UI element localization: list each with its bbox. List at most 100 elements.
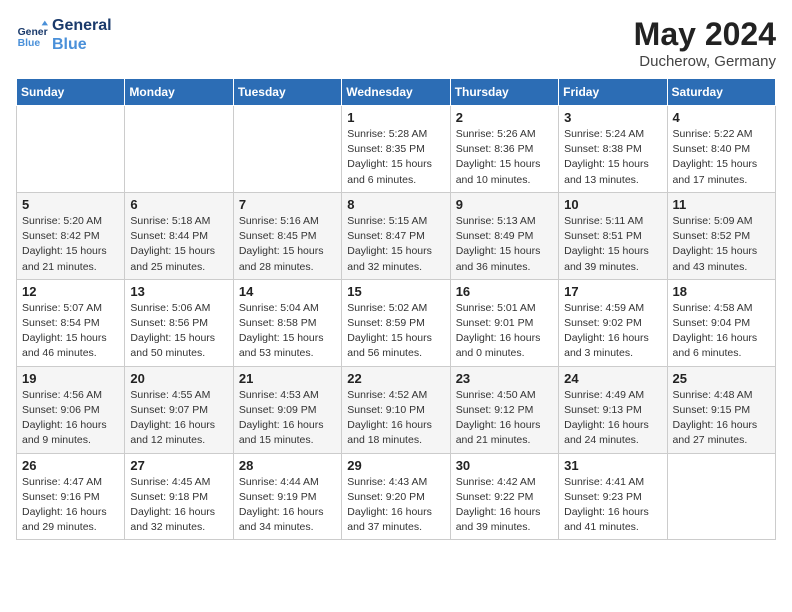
calendar-cell: 16 Sunrise: 5:01 AM Sunset: 9:01 PM Dayli… [450, 279, 558, 366]
calendar-day-header: Thursday [450, 79, 558, 106]
day-number: 4 [673, 110, 770, 125]
calendar-week-row: 1 Sunrise: 5:28 AM Sunset: 8:35 PM Daylig… [17, 106, 776, 193]
day-number: 5 [22, 197, 119, 212]
day-info: Sunrise: 5:26 AM Sunset: 8:36 PM Dayligh… [456, 127, 553, 188]
calendar-header-row: SundayMondayTuesdayWednesdayThursdayFrid… [17, 79, 776, 106]
calendar-cell: 9Sunrise: 5:13 AM Sunset: 8:49 PM Daylig… [450, 192, 558, 279]
calendar-cell: 15 Sunrise: 5:02 AM Sunset: 8:59 PM Dayli… [342, 279, 450, 366]
calendar-cell: 10 Sunrise: 5:11 AM Sunset: 8:51 PM Dayli… [559, 192, 667, 279]
day-info: Sunrise: 5:24 AM Sunset: 8:38 PM Dayligh… [564, 127, 661, 188]
day-number: 20 [130, 371, 227, 386]
day-info: Sunrise: 5:02 AM Sunset: 8:59 PM Dayligh… [347, 301, 444, 362]
day-number: 14 [239, 284, 336, 299]
day-number: 3 [564, 110, 661, 125]
calendar-cell: 26 Sunrise: 4:47 AM Sunset: 9:16 PM Dayli… [17, 453, 125, 540]
calendar-week-row: 12 Sunrise: 5:07 AM Sunset: 8:54 PM Dayli… [17, 279, 776, 366]
calendar-cell: 4Sunrise: 5:22 AM Sunset: 8:40 PM Daylig… [667, 106, 775, 193]
day-number: 19 [22, 371, 119, 386]
calendar-cell: 7 Sunrise: 5:16 AM Sunset: 8:45 PM Daylig… [233, 192, 341, 279]
logo-blue: Blue [52, 35, 112, 54]
logo-general: General [52, 16, 112, 35]
logo: General Blue General Blue [16, 16, 112, 54]
calendar-cell: 27 Sunrise: 4:45 AM Sunset: 9:18 PM Dayli… [125, 453, 233, 540]
calendar-cell: 12 Sunrise: 5:07 AM Sunset: 8:54 PM Dayli… [17, 279, 125, 366]
calendar-day-header: Monday [125, 79, 233, 106]
day-info: Sunrise: 4:59 AM Sunset: 9:02 PM Dayligh… [564, 301, 661, 362]
calendar-cell: 8 Sunrise: 5:15 AM Sunset: 8:47 PM Daylig… [342, 192, 450, 279]
day-info: Sunrise: 5:16 AM Sunset: 8:45 PM Dayligh… [239, 214, 336, 275]
day-number: 28 [239, 458, 336, 473]
day-info: Sunrise: 4:49 AM Sunset: 9:13 PM Dayligh… [564, 388, 661, 449]
calendar-cell: 5Sunrise: 5:20 AM Sunset: 8:42 PM Daylig… [17, 192, 125, 279]
day-info: Sunrise: 5:04 AM Sunset: 8:58 PM Dayligh… [239, 301, 336, 362]
day-number: 11 [673, 197, 770, 212]
day-number: 29 [347, 458, 444, 473]
day-info: Sunrise: 4:56 AM Sunset: 9:06 PM Dayligh… [22, 388, 119, 449]
day-info: Sunrise: 5:06 AM Sunset: 8:56 PM Dayligh… [130, 301, 227, 362]
day-number: 17 [564, 284, 661, 299]
day-info: Sunrise: 4:42 AM Sunset: 9:22 PM Dayligh… [456, 475, 553, 536]
svg-text:Blue: Blue [18, 38, 41, 49]
calendar-cell [667, 453, 775, 540]
day-info: Sunrise: 4:45 AM Sunset: 9:18 PM Dayligh… [130, 475, 227, 536]
day-info: Sunrise: 4:55 AM Sunset: 9:07 PM Dayligh… [130, 388, 227, 449]
day-info: Sunrise: 5:07 AM Sunset: 8:54 PM Dayligh… [22, 301, 119, 362]
calendar-cell: 31 Sunrise: 4:41 AM Sunset: 9:23 PM Dayli… [559, 453, 667, 540]
calendar-cell [17, 106, 125, 193]
day-info: Sunrise: 4:50 AM Sunset: 9:12 PM Dayligh… [456, 388, 553, 449]
calendar-cell: 6 Sunrise: 5:18 AM Sunset: 8:44 PM Daylig… [125, 192, 233, 279]
calendar-cell: 30Sunrise: 4:42 AM Sunset: 9:22 PM Dayli… [450, 453, 558, 540]
calendar-day-header: Wednesday [342, 79, 450, 106]
day-info: Sunrise: 5:11 AM Sunset: 8:51 PM Dayligh… [564, 214, 661, 275]
calendar-week-row: 26 Sunrise: 4:47 AM Sunset: 9:16 PM Dayli… [17, 453, 776, 540]
day-number: 26 [22, 458, 119, 473]
svg-text:General: General [18, 27, 48, 38]
calendar-cell: 22Sunrise: 4:52 AM Sunset: 9:10 PM Dayli… [342, 366, 450, 453]
month-year-title: May 2024 [634, 16, 776, 53]
day-number: 1 [347, 110, 444, 125]
calendar-day-header: Friday [559, 79, 667, 106]
day-number: 31 [564, 458, 661, 473]
calendar-cell: 1 Sunrise: 5:28 AM Sunset: 8:35 PM Daylig… [342, 106, 450, 193]
calendar-cell: 25Sunrise: 4:48 AM Sunset: 9:15 PM Dayli… [667, 366, 775, 453]
day-info: Sunrise: 4:52 AM Sunset: 9:10 PM Dayligh… [347, 388, 444, 449]
calendar-day-header: Tuesday [233, 79, 341, 106]
calendar-cell: 28Sunrise: 4:44 AM Sunset: 9:19 PM Dayli… [233, 453, 341, 540]
day-info: Sunrise: 5:18 AM Sunset: 8:44 PM Dayligh… [130, 214, 227, 275]
title-block: May 2024 Ducherow, Germany [634, 16, 776, 70]
calendar-cell: 29 Sunrise: 4:43 AM Sunset: 9:20 PM Dayli… [342, 453, 450, 540]
day-info: Sunrise: 4:43 AM Sunset: 9:20 PM Dayligh… [347, 475, 444, 536]
calendar-cell: 24 Sunrise: 4:49 AM Sunset: 9:13 PM Dayli… [559, 366, 667, 453]
day-number: 16 [456, 284, 553, 299]
calendar-cell: 11 Sunrise: 5:09 AM Sunset: 8:52 PM Dayli… [667, 192, 775, 279]
calendar-cell [233, 106, 341, 193]
calendar-cell: 2Sunrise: 5:26 AM Sunset: 8:36 PM Daylig… [450, 106, 558, 193]
day-info: Sunrise: 5:15 AM Sunset: 8:47 PM Dayligh… [347, 214, 444, 275]
day-info: Sunrise: 4:47 AM Sunset: 9:16 PM Dayligh… [22, 475, 119, 536]
calendar-cell: 13 Sunrise: 5:06 AM Sunset: 8:56 PM Dayli… [125, 279, 233, 366]
day-number: 21 [239, 371, 336, 386]
calendar-day-header: Sunday [17, 79, 125, 106]
day-info: Sunrise: 4:41 AM Sunset: 9:23 PM Dayligh… [564, 475, 661, 536]
calendar-day-header: Saturday [667, 79, 775, 106]
day-number: 8 [347, 197, 444, 212]
day-info: Sunrise: 5:09 AM Sunset: 8:52 PM Dayligh… [673, 214, 770, 275]
day-info: Sunrise: 5:28 AM Sunset: 8:35 PM Dayligh… [347, 127, 444, 188]
calendar-body: 1 Sunrise: 5:28 AM Sunset: 8:35 PM Daylig… [17, 106, 776, 540]
day-number: 7 [239, 197, 336, 212]
day-number: 10 [564, 197, 661, 212]
location-subtitle: Ducherow, Germany [634, 53, 776, 70]
day-info: Sunrise: 4:48 AM Sunset: 9:15 PM Dayligh… [673, 388, 770, 449]
day-number: 27 [130, 458, 227, 473]
day-number: 24 [564, 371, 661, 386]
day-info: Sunrise: 4:58 AM Sunset: 9:04 PM Dayligh… [673, 301, 770, 362]
calendar-cell [125, 106, 233, 193]
calendar-cell: 14 Sunrise: 5:04 AM Sunset: 8:58 PM Dayli… [233, 279, 341, 366]
calendar-cell: 3 Sunrise: 5:24 AM Sunset: 8:38 PM Daylig… [559, 106, 667, 193]
logo-icon: General Blue [16, 19, 48, 51]
day-number: 6 [130, 197, 227, 212]
day-number: 13 [130, 284, 227, 299]
day-number: 12 [22, 284, 119, 299]
day-info: Sunrise: 5:01 AM Sunset: 9:01 PM Dayligh… [456, 301, 553, 362]
day-number: 15 [347, 284, 444, 299]
